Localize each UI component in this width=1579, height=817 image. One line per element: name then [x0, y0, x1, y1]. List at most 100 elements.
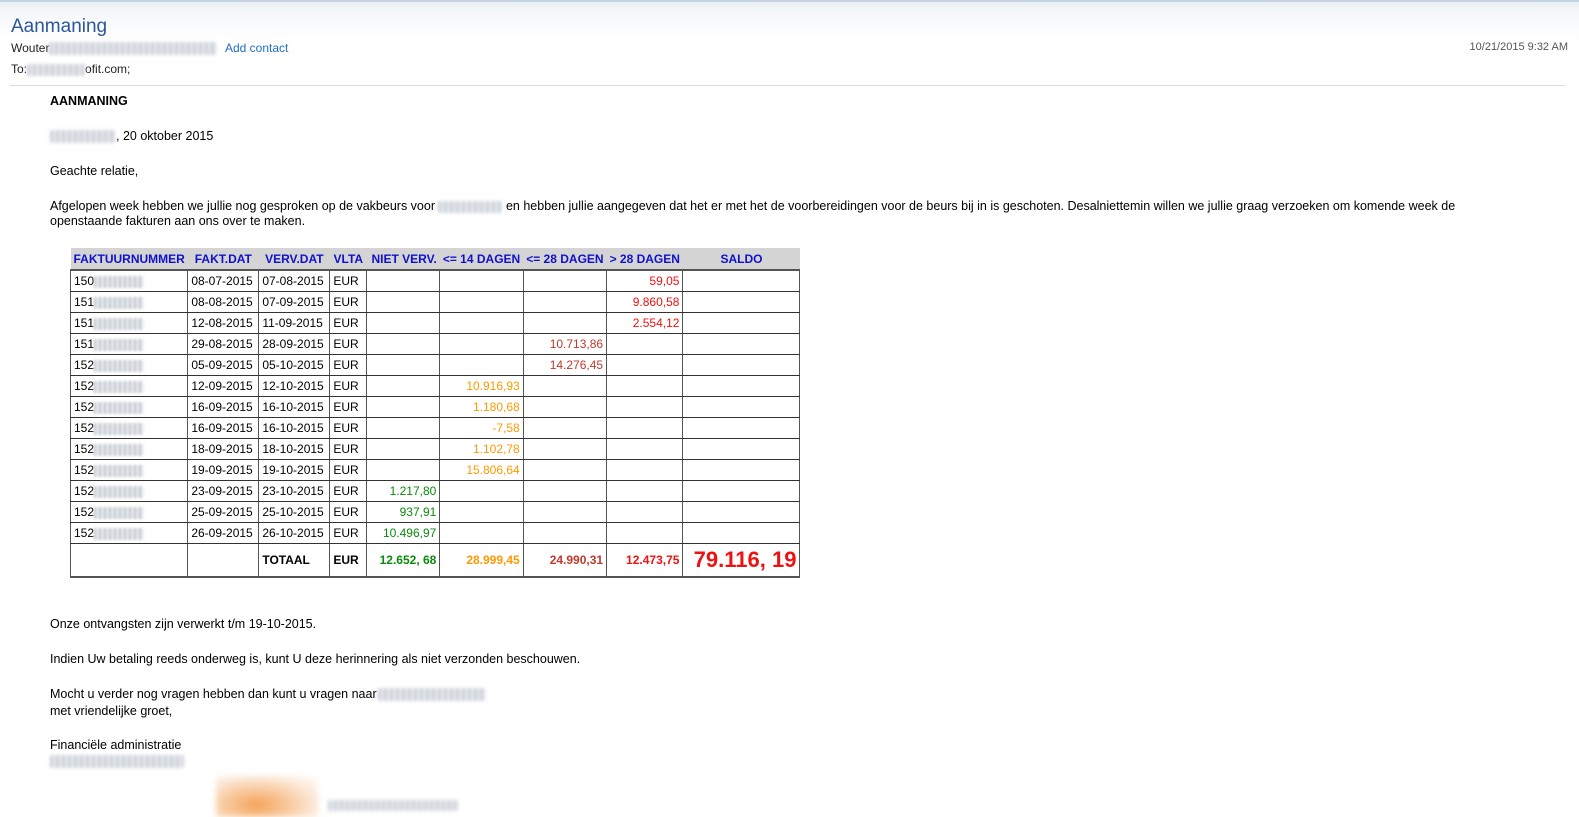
cell-fakt-dat-text: 25-09-2015	[191, 505, 253, 519]
col-gt-28-dagen: > 28 DAGEN	[606, 248, 683, 271]
cell-28-dagen	[523, 480, 608, 502]
total-vlta: EUR	[329, 543, 368, 578]
col-14-dagen: <= 14 DAGEN	[439, 248, 524, 271]
cell-fakt-dat: 08-08-2015	[187, 291, 260, 313]
cell-14-dagen-text: 10.916,93	[466, 379, 520, 393]
cell-saldo	[682, 501, 801, 523]
cell-14-dagen	[439, 312, 524, 334]
cell-niet-verv: 937,91	[366, 501, 441, 523]
total-label: TOTAAL	[258, 543, 331, 578]
col-28-dagen: <= 28 DAGEN	[523, 248, 607, 271]
redacted-company	[50, 755, 184, 769]
sender[interactable]: Wouter	[11, 41, 218, 56]
cell-verv-dat: 26-10-2015	[258, 522, 331, 544]
cell-gt-28-dagen	[606, 333, 684, 355]
cell-verv-dat: 25-10-2015	[258, 501, 331, 523]
redacted-invoice-digits	[94, 338, 145, 351]
redacted-invoice-digits	[94, 401, 145, 414]
cell-faktuurnummer-text: 152	[74, 484, 95, 498]
cell-vlta-text: EUR	[333, 337, 359, 351]
signature-logo	[216, 776, 318, 817]
cell-faktuurnummer-text: 152	[74, 358, 95, 372]
cell-vlta-text: EUR	[333, 484, 359, 498]
col-fakt-dat: FAKT.DAT	[187, 248, 259, 271]
cell-vlta: EUR	[329, 522, 368, 544]
cell-saldo	[682, 312, 801, 334]
cell-verv-dat: 28-09-2015	[258, 333, 331, 355]
cell-faktuurnummer-text: 152	[74, 379, 95, 393]
cell-fakt-dat-text: 23-09-2015	[191, 484, 253, 498]
cell-saldo	[682, 438, 801, 460]
cell-faktuurnummer: 152	[69, 459, 189, 481]
cell-vlta: EUR	[329, 291, 368, 313]
cell-vlta-text: EUR	[333, 463, 359, 477]
cell-gt-28-dagen	[606, 354, 684, 376]
table-row: 150 08-07-2015 07-08-2015 EUR 59,05	[69, 270, 801, 292]
cell-28-dagen: 10.713,86	[523, 333, 608, 355]
add-contact-link[interactable]: Add contact	[225, 41, 288, 55]
cell-fakt-dat-text: 19-09-2015	[191, 463, 253, 477]
cell-saldo	[682, 375, 801, 397]
cell-vlta: EUR	[329, 270, 368, 292]
cell-14-dagen	[439, 480, 524, 502]
cell-14-dagen: -7,58	[439, 417, 524, 439]
cell-niet-verv	[366, 270, 441, 292]
closing: met vriendelijke groet,	[50, 704, 173, 718]
redacted-invoice-digits	[94, 506, 145, 519]
cell-verv-dat-text: 19-10-2015	[262, 463, 324, 477]
cell-28-dagen	[523, 312, 608, 334]
cell-vlta: EUR	[329, 438, 368, 460]
cell-14-dagen	[439, 291, 524, 313]
cell-gt-28-dagen	[606, 522, 684, 544]
cell-fakt-dat: 12-08-2015	[187, 312, 260, 334]
cell-28-dagen	[523, 417, 608, 439]
cell-faktuurnummer: 152	[69, 480, 189, 502]
cell-niet-verv: 1.217,80	[366, 480, 441, 502]
cell-fakt-dat-text: 18-09-2015	[191, 442, 253, 456]
total-empty-2	[187, 543, 260, 578]
cell-fakt-dat-text: 08-07-2015	[191, 274, 253, 288]
total-28-dagen: 24.990,31	[523, 543, 608, 578]
cell-fakt-dat: 05-09-2015	[187, 354, 260, 376]
redacted-invoice-digits	[94, 317, 145, 330]
cell-fakt-dat: 29-08-2015	[187, 333, 260, 355]
cell-fakt-dat: 16-09-2015	[187, 396, 260, 418]
email-subject: Aanmaning	[11, 16, 108, 37]
cell-fakt-dat: 19-09-2015	[187, 459, 260, 481]
cell-faktuurnummer: 152	[69, 396, 189, 418]
cell-14-dagen	[439, 522, 524, 544]
cell-saldo	[682, 522, 801, 544]
cell-faktuurnummer: 152	[69, 417, 189, 439]
cell-niet-verv	[366, 354, 441, 376]
cell-saldo	[682, 396, 801, 418]
cell-14-dagen: 15.806,64	[439, 459, 524, 481]
cell-vlta: EUR	[329, 396, 368, 418]
cell-14-dagen	[439, 270, 524, 292]
cell-verv-dat-text: 12-10-2015	[262, 379, 324, 393]
cell-verv-dat: 16-10-2015	[258, 417, 331, 439]
cell-fakt-dat: 25-09-2015	[187, 501, 260, 523]
cell-vlta: EUR	[329, 459, 368, 481]
redacted-place	[50, 130, 116, 144]
cell-faktuurnummer-text: 152	[74, 463, 95, 477]
greeting: Geachte relatie,	[50, 164, 139, 178]
cell-gt-28-dagen	[606, 417, 684, 439]
total-gt-28-dagen: 12.473,75	[606, 543, 684, 578]
table-row: 152 23-09-2015 23-10-2015 EUR 1.217,80	[69, 480, 801, 502]
cell-vlta-text: EUR	[333, 295, 359, 309]
table-row: 152 16-09-2015 16-10-2015 EUR 1.180,68	[69, 396, 801, 418]
cell-faktuurnummer: 152	[69, 375, 189, 397]
cell-niet-verv	[366, 417, 441, 439]
sender-name: Wouter	[11, 41, 50, 55]
cell-niet-verv	[366, 291, 441, 313]
intro-text-a: Afgelopen week hebben we jullie nog gesp…	[50, 199, 435, 213]
redacted-invoice-digits	[94, 296, 145, 309]
cell-verv-dat: 18-10-2015	[258, 438, 331, 460]
redacted-invoice-digits	[94, 443, 145, 456]
cell-saldo	[682, 480, 801, 502]
cell-saldo	[682, 270, 801, 292]
cell-14-dagen-text: 15.806,64	[466, 463, 520, 477]
cell-28-dagen	[523, 270, 608, 292]
total-empty-1	[69, 543, 189, 578]
cell-verv-dat: 07-09-2015	[258, 291, 331, 313]
